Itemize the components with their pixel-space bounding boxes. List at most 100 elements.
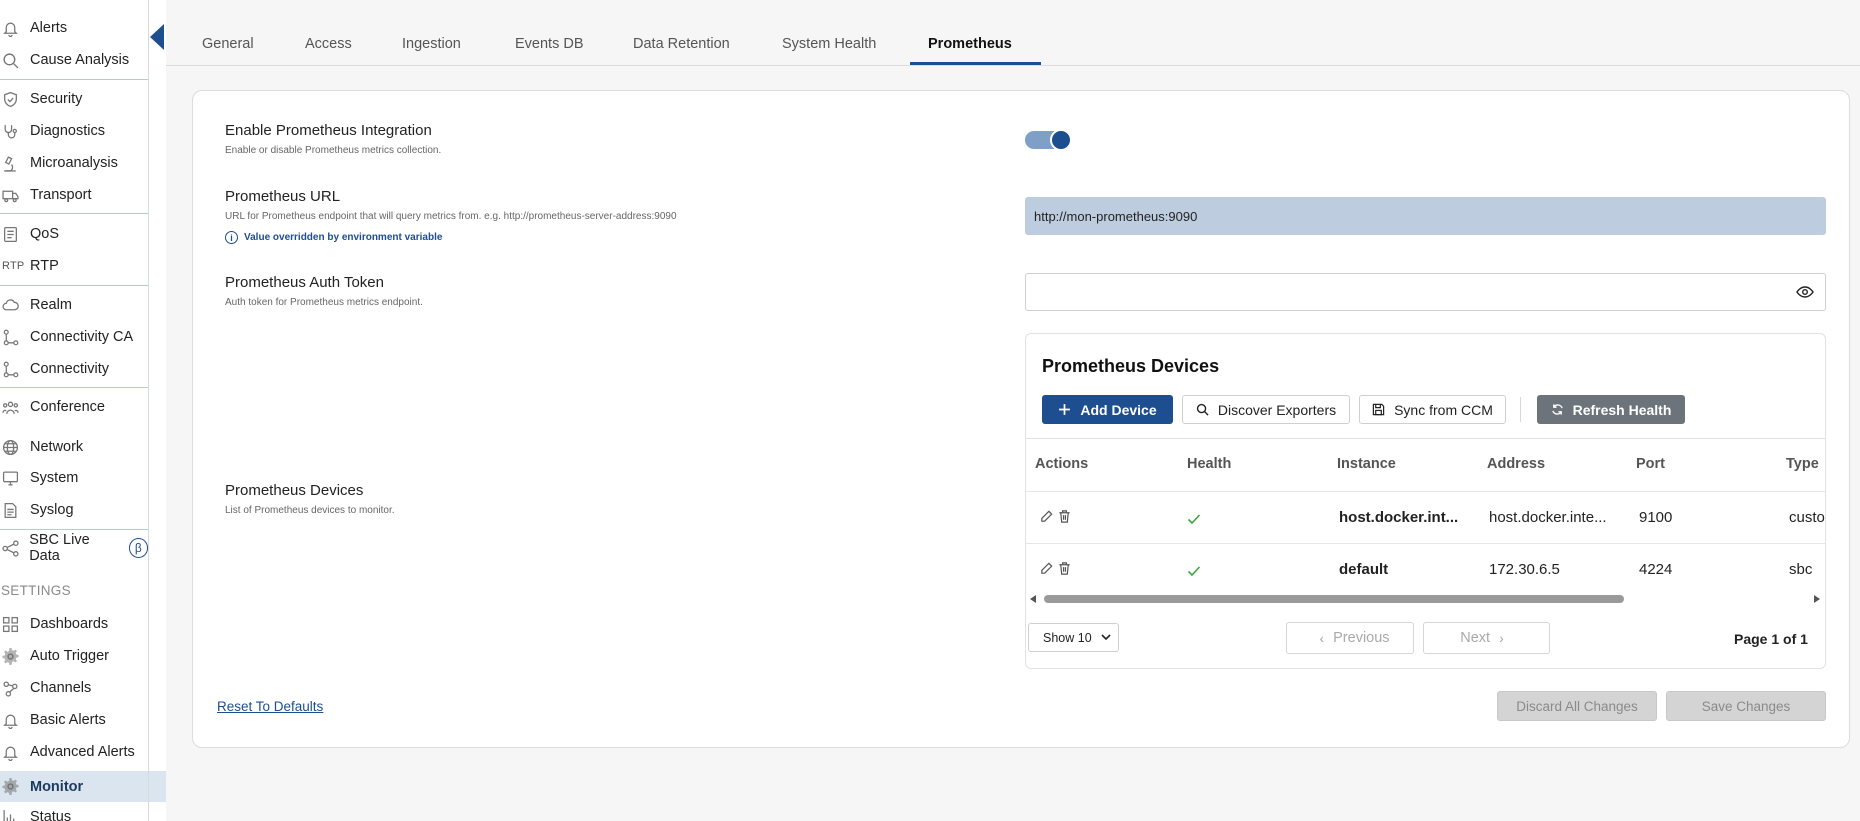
sidebar-collapse-arrow-icon[interactable] bbox=[150, 24, 164, 50]
previous-page-button[interactable]: ‹ Previous bbox=[1286, 622, 1414, 654]
plus-icon bbox=[1059, 404, 1071, 415]
sidebar-item-label: System bbox=[30, 470, 79, 486]
page-info: Page 1 of 1 bbox=[1734, 631, 1808, 647]
sidebar-item-advanced-alerts[interactable]: Advanced Alerts bbox=[0, 739, 148, 765]
reset-to-defaults-link[interactable]: Reset To Defaults bbox=[217, 699, 323, 714]
sidebar-item-label: Channels bbox=[30, 680, 92, 696]
sidebar-item-basic-alerts[interactable]: Basic Alerts bbox=[0, 707, 148, 733]
next-page-button[interactable]: Next › bbox=[1423, 622, 1550, 654]
tab-ingestion[interactable]: Ingestion bbox=[402, 36, 461, 52]
tab-prometheus[interactable]: Prometheus bbox=[928, 36, 1012, 52]
discover-exporters-button[interactable]: Discover Exporters bbox=[1182, 395, 1350, 424]
sidebar-item-cause-analysis[interactable]: Cause Analysis bbox=[0, 47, 148, 73]
column-header-port[interactable]: Port bbox=[1636, 456, 1665, 472]
tab-access[interactable]: Access bbox=[305, 36, 352, 52]
scrollbar-thumb[interactable] bbox=[1044, 595, 1624, 603]
sidebar-item-label: Monitor bbox=[30, 778, 84, 795]
sidebar-item-realm[interactable]: Realm bbox=[0, 292, 148, 318]
column-header-health[interactable]: Health bbox=[1187, 456, 1231, 472]
sidebar-item-microanalysis[interactable]: Microanalysis bbox=[0, 150, 148, 176]
beta-badge: β bbox=[128, 538, 148, 558]
trash-icon[interactable] bbox=[1057, 561, 1072, 576]
scroll-right-arrow-icon[interactable] bbox=[1814, 595, 1820, 603]
sidebar-item-conference[interactable]: Conference bbox=[0, 394, 148, 420]
devices-desc: List of Prometheus devices to monitor. bbox=[225, 505, 395, 516]
sidebar-item-connectivity-ca[interactable]: Connectivity CA bbox=[0, 324, 148, 350]
sidebar-item-transport[interactable]: Transport bbox=[0, 182, 148, 208]
people-group-icon bbox=[0, 399, 30, 416]
column-header-type[interactable]: Type bbox=[1786, 456, 1819, 472]
next-label: Next bbox=[1460, 630, 1491, 646]
sidebar-item-network[interactable]: Network bbox=[0, 434, 148, 460]
add-device-button[interactable]: Add Device bbox=[1042, 395, 1173, 424]
auth-token-input[interactable] bbox=[1025, 273, 1826, 311]
gear-icon bbox=[0, 647, 30, 665]
column-header-instance[interactable]: Instance bbox=[1337, 456, 1396, 472]
info-icon: i bbox=[225, 231, 238, 244]
eye-icon[interactable] bbox=[1796, 286, 1814, 298]
edit-icon[interactable] bbox=[1039, 561, 1054, 576]
column-header-address[interactable]: Address bbox=[1487, 456, 1545, 472]
sidebar-item-qos[interactable]: QoS bbox=[0, 221, 148, 247]
bell-icon bbox=[0, 712, 30, 729]
sidebar-item-label: Cause Analysis bbox=[30, 52, 130, 68]
edit-icon[interactable] bbox=[1039, 509, 1054, 524]
cell-instance: host.docker.int... bbox=[1339, 509, 1459, 526]
prometheus-url-desc: URL for Prometheus endpoint that will qu… bbox=[225, 211, 677, 222]
tab-system-health[interactable]: System Health bbox=[782, 36, 876, 52]
sync-from-ccm-button[interactable]: Sync from CCM bbox=[1359, 395, 1506, 424]
page-size-select[interactable]: Show 10 bbox=[1028, 623, 1119, 652]
tab-data-retention[interactable]: Data Retention bbox=[633, 36, 730, 52]
previous-label: Previous bbox=[1333, 630, 1390, 646]
sidebar-item-security[interactable]: Security bbox=[0, 86, 148, 112]
sidebar: Alerts Cause Analysis Security Diagnosti… bbox=[0, 0, 166, 821]
table-horizontal-scrollbar[interactable] bbox=[1026, 592, 1825, 606]
column-header-actions[interactable]: Actions bbox=[1035, 456, 1088, 472]
sidebar-item-label: Connectivity bbox=[30, 361, 109, 377]
sidebar-item-label: Connectivity CA bbox=[30, 329, 134, 345]
sidebar-item-label: Dashboards bbox=[30, 616, 109, 632]
table-row: default 172.30.6.5 4224 sbc bbox=[1026, 543, 1825, 595]
row-actions bbox=[1039, 561, 1072, 576]
sidebar-item-label: Network bbox=[30, 439, 84, 455]
sidebar-item-channels[interactable]: Channels bbox=[0, 675, 148, 701]
prometheus-url-input[interactable] bbox=[1025, 197, 1826, 235]
devices-card-title: Prometheus Devices bbox=[1042, 356, 1220, 376]
trash-icon[interactable] bbox=[1057, 509, 1072, 524]
sidebar-item-sbc-live-data[interactable]: SBC Live Data β bbox=[0, 532, 148, 564]
refresh-health-button[interactable]: Refresh Health bbox=[1537, 395, 1685, 424]
sidebar-item-rtp[interactable]: RTP RTP bbox=[0, 253, 148, 279]
refresh-icon bbox=[1551, 404, 1563, 415]
sidebar-item-label: Microanalysis bbox=[30, 155, 118, 171]
save-changes-button[interactable]: Save Changes bbox=[1666, 691, 1826, 721]
sidebar-item-status[interactable]: Status bbox=[0, 804, 148, 821]
microscope-icon bbox=[0, 155, 30, 172]
enable-prometheus-title: Enable Prometheus Integration bbox=[225, 122, 432, 139]
devices-title: Prometheus Devices bbox=[225, 482, 364, 499]
sidebar-item-dashboards[interactable]: Dashboards bbox=[0, 611, 148, 637]
sidebar-item-label: Alerts bbox=[30, 20, 68, 36]
cell-instance: default bbox=[1339, 561, 1389, 578]
sidebar-item-auto-trigger[interactable]: Auto Trigger bbox=[0, 643, 148, 669]
enable-prometheus-toggle[interactable] bbox=[1025, 129, 1072, 151]
grid-icon bbox=[0, 616, 30, 633]
sidebar-item-syslog[interactable]: Syslog bbox=[0, 497, 148, 523]
settings-tabs: General Access Ingestion Events DB Data … bbox=[166, 0, 1860, 66]
bell-icon bbox=[0, 20, 30, 37]
chevron-right-icon: › bbox=[1499, 630, 1504, 646]
button-separator bbox=[1520, 397, 1521, 422]
cell-address: host.docker.inte... bbox=[1489, 509, 1607, 526]
rtp-text-icon: RTP bbox=[2, 260, 25, 272]
sidebar-item-system[interactable]: System bbox=[0, 465, 148, 491]
discard-changes-button[interactable]: Discard All Changes bbox=[1497, 691, 1657, 721]
scroll-left-arrow-icon[interactable] bbox=[1030, 595, 1036, 603]
sidebar-divider bbox=[0, 285, 148, 286]
tab-events-db[interactable]: Events DB bbox=[515, 36, 584, 52]
sidebar-item-monitor[interactable]: Monitor bbox=[0, 771, 166, 802]
enable-prometheus-desc: Enable or disable Prometheus metrics col… bbox=[225, 145, 442, 156]
sidebar-item-label: QoS bbox=[30, 226, 60, 242]
sidebar-item-connectivity[interactable]: Connectivity bbox=[0, 356, 148, 382]
tab-general[interactable]: General bbox=[202, 36, 254, 52]
sidebar-item-diagnostics[interactable]: Diagnostics bbox=[0, 118, 148, 144]
sidebar-item-alerts[interactable]: Alerts bbox=[0, 15, 148, 41]
